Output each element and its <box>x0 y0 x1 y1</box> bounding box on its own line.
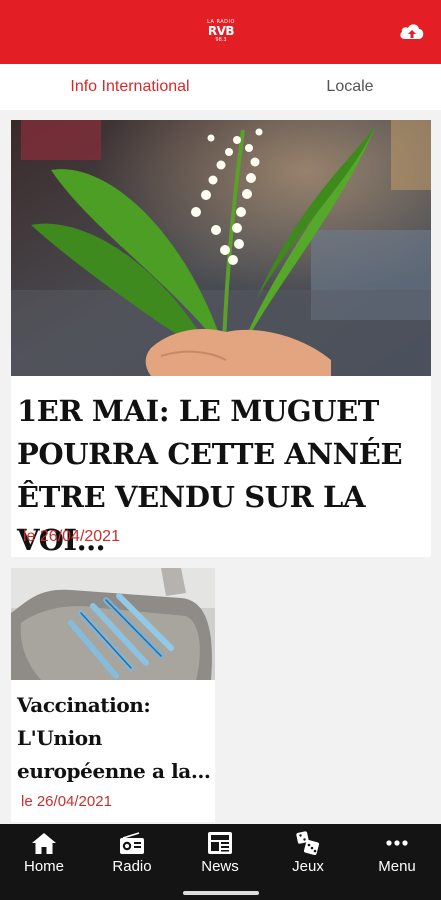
category-tabs: Info International Locale <box>0 64 441 110</box>
cloud-upload-icon <box>400 24 424 39</box>
article-title: Vaccination: L'Union européenne a la… <box>17 693 211 783</box>
cloud-upload-button[interactable] <box>398 20 426 44</box>
article-image-lily <box>11 120 431 376</box>
tab-locale[interactable]: Locale <box>280 64 420 110</box>
rvb-logo[interactable]: LA RADIO RVB 98.3 <box>204 19 238 45</box>
radio-icon <box>120 832 144 854</box>
article-date: le 26/04/2021 <box>21 793 112 810</box>
nav-label: Radio <box>112 858 152 875</box>
more-dots-icon <box>386 840 408 846</box>
dice-icon <box>296 831 320 855</box>
home-icon <box>32 833 56 854</box>
home-indicator-bar[interactable] <box>183 891 259 895</box>
nav-home[interactable]: Home <box>0 824 88 884</box>
article-image-vaccine <box>11 568 215 680</box>
nav-label: News <box>201 858 239 875</box>
nav-jeux[interactable]: Jeux <box>264 824 352 884</box>
logo-frequency: 98.3 <box>215 37 227 43</box>
article-card-vaccination[interactable]: Vaccination: L'Union européenne a la… le… <box>11 568 215 822</box>
tab-info-international[interactable]: Info International <box>30 64 230 110</box>
nav-news[interactable]: News <box>176 824 264 884</box>
bottom-navigation: Home Radio News Jeux Menu <box>0 824 441 900</box>
logo-text: RVB <box>207 24 235 38</box>
nav-label: Home <box>23 858 64 875</box>
nav-label: Jeux <box>292 858 324 875</box>
nav-menu[interactable]: Menu <box>353 824 441 884</box>
article-card-featured[interactable]: 1ER MAI: LE MUGUET POURRA CETTE ANNÉE ÊT… <box>11 120 431 557</box>
article-date: le 26/04/2021 <box>23 528 120 545</box>
nav-radio[interactable]: Radio <box>88 824 176 884</box>
nav-label: Menu <box>378 858 416 875</box>
app-header: LA RADIO RVB 98.3 <box>0 0 441 64</box>
news-icon <box>208 832 232 854</box>
app-screen: LA RADIO RVB 98.3 Info International Loc… <box>0 0 441 900</box>
